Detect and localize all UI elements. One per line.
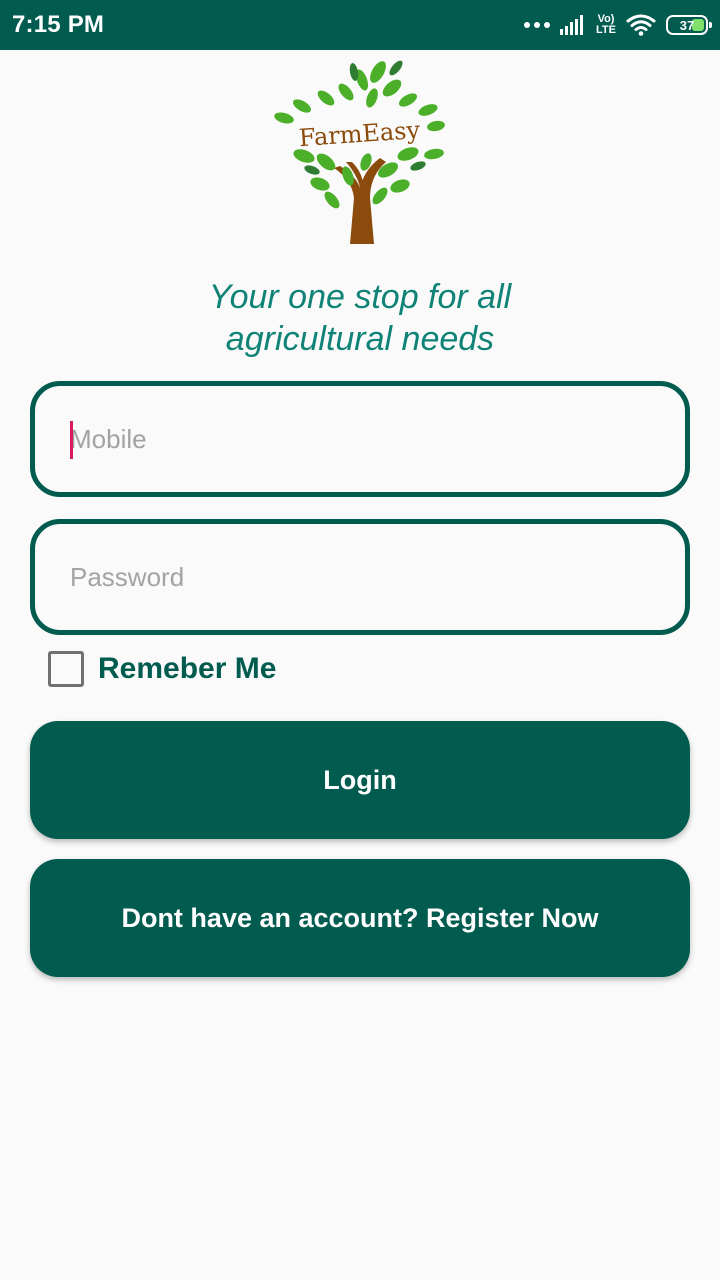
battery-icon: 37 xyxy=(666,15,712,35)
password-input[interactable] xyxy=(70,524,650,630)
remember-me-row[interactable]: Remeber Me xyxy=(48,651,276,687)
remember-me-label[interactable]: Remeber Me xyxy=(98,652,276,686)
register-button[interactable]: Dont have an account? Register Now xyxy=(30,859,690,977)
volte-bottom-label: LTE xyxy=(596,24,616,36)
battery-percent: 37 xyxy=(679,17,695,33)
tagline-line-2: agricultural needs xyxy=(225,320,495,358)
remember-me-checkbox[interactable] xyxy=(48,651,84,687)
mobile-input[interactable] xyxy=(70,386,650,492)
logo-text: FarmEasy xyxy=(298,116,421,152)
text-cursor xyxy=(70,421,73,459)
login-button[interactable]: Login xyxy=(30,721,690,839)
status-icons: Vo) LTE 37 xyxy=(524,0,712,50)
tagline: Your one stop for all agricultural needs xyxy=(60,276,660,360)
mobile-field[interactable] xyxy=(30,381,690,497)
volte-icon: Vo) LTE xyxy=(596,14,616,36)
wifi-icon xyxy=(626,14,656,36)
password-field[interactable] xyxy=(30,519,690,635)
status-time: 7:15 PM xyxy=(12,11,105,38)
status-bar: 7:15 PM Vo) LTE 37 xyxy=(0,0,720,50)
tagline-line-1: Your one stop for all xyxy=(208,278,512,316)
farmeasy-logo: FarmEasy xyxy=(274,60,445,244)
signal-dots-icon xyxy=(524,22,551,28)
signal-bars-icon xyxy=(560,15,584,35)
